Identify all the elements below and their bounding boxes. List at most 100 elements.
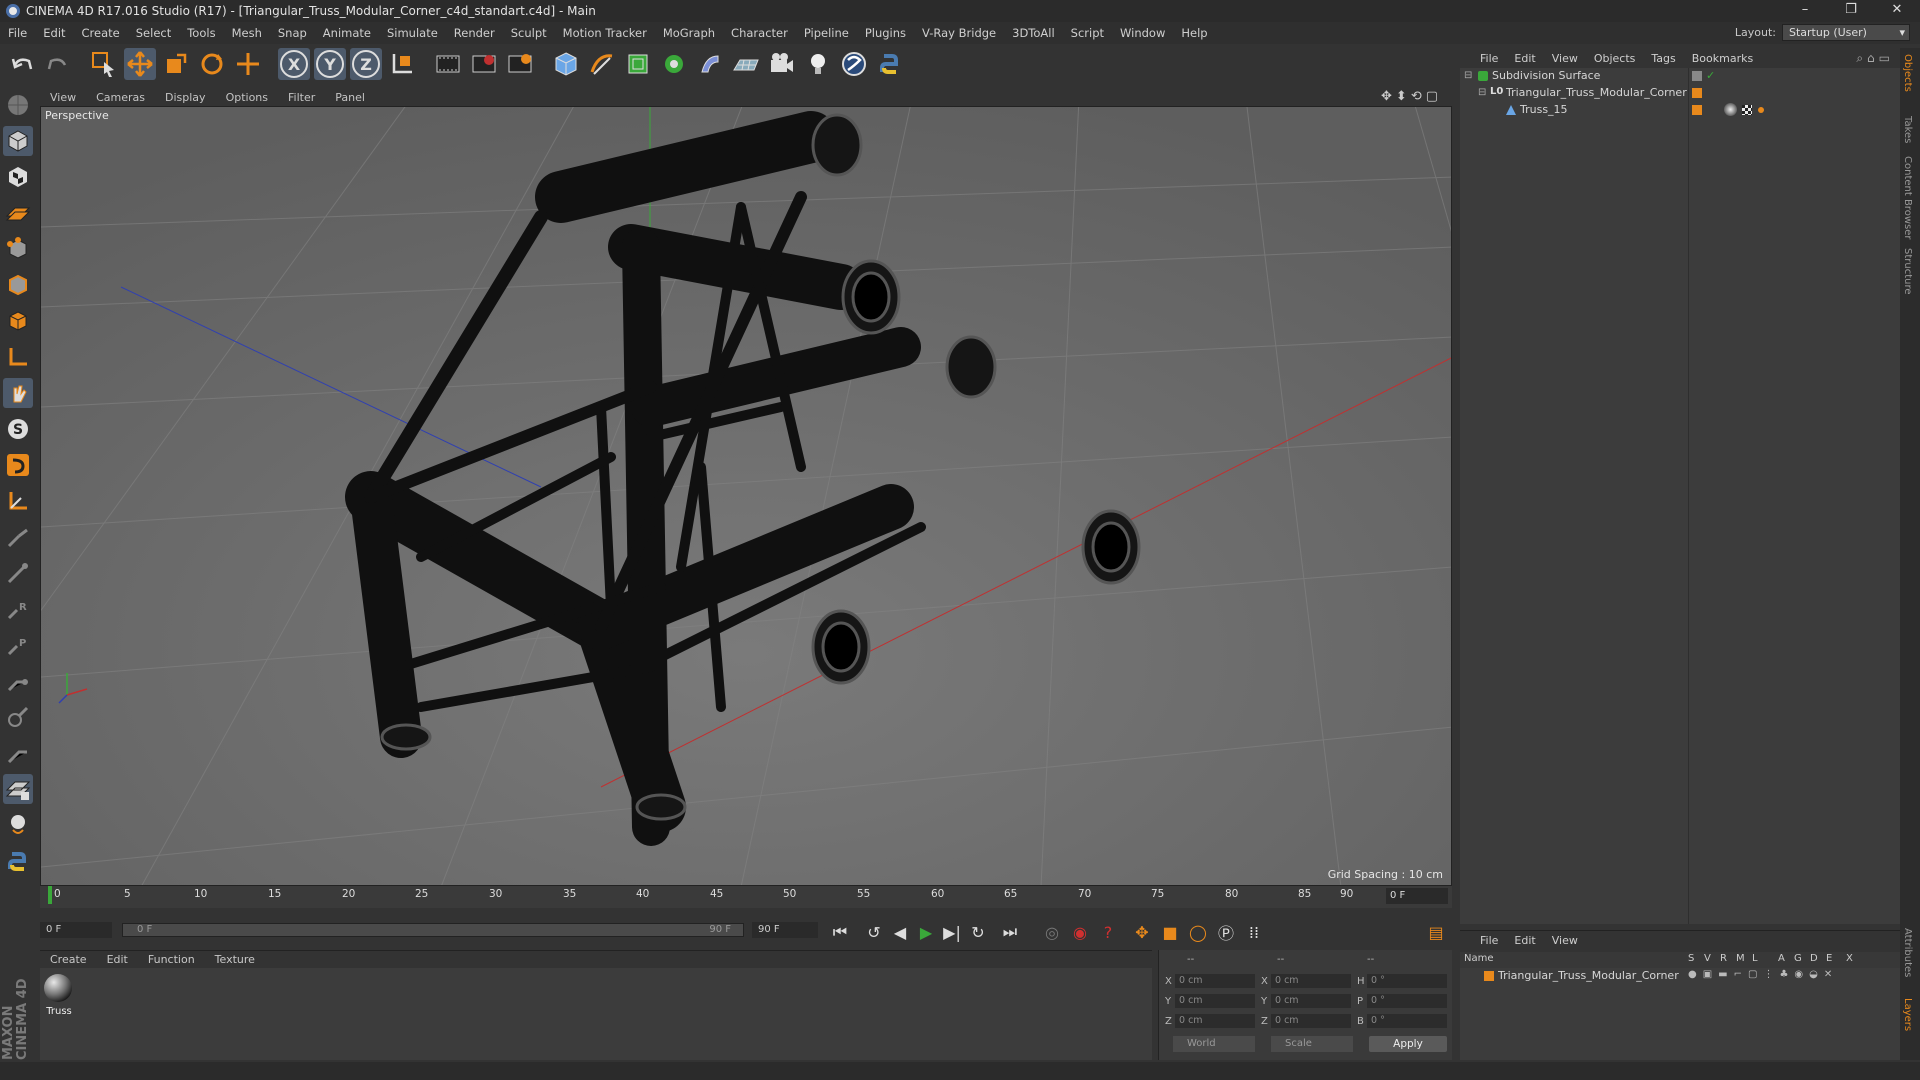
menu-snap[interactable]: Snap [270,26,315,40]
joint-tool-icon[interactable] [3,702,33,732]
scale-mode-dropdown[interactable]: Scale [1271,1036,1353,1052]
perspective-viewport[interactable]: Perspective Grid Spacing: 10 cm [40,106,1452,886]
render-view-icon[interactable] [432,48,464,80]
vray-icon[interactable] [838,48,870,80]
object-manager-search-icon[interactable]: ⌕⌂▭ [1856,51,1894,66]
key-position-icon[interactable]: ✥ [1130,920,1154,944]
bone-tool-icon[interactable] [3,522,33,552]
layer-menu-view[interactable]: View [1544,934,1586,947]
keyframe-help-icon[interactable]: ? [1096,920,1120,944]
menu-mesh[interactable]: Mesh [224,26,270,40]
minimize-button[interactable]: – [1782,0,1828,22]
material-menu-edit[interactable]: Edit [97,953,138,966]
viewport-menu-view[interactable]: View [40,91,86,104]
layer-row[interactable]: Triangular_Truss_Modular_Corner ●▣▬⌐▢⋮♣◉… [1460,968,1900,984]
end-frame-field[interactable]: 90 F [752,922,818,938]
viewport-menu-cameras[interactable]: Cameras [86,91,155,104]
layer-menu-file[interactable]: File [1472,934,1506,947]
pose-tool-icon[interactable] [3,558,33,588]
viewport-menu-filter[interactable]: Filter [278,91,325,104]
model-mode-icon[interactable] [3,126,33,156]
make-editable-icon[interactable] [3,90,33,120]
axis-lock-icon[interactable] [3,486,33,516]
deformer-icon[interactable] [694,48,726,80]
menu-mograph[interactable]: MoGraph [655,26,723,40]
tab-objects[interactable]: Objects [1902,54,1913,92]
current-frame-field[interactable]: 0 F [1386,888,1448,904]
material-tag-icon[interactable] [1724,103,1737,116]
object-menu-view[interactable]: View [1544,52,1586,65]
scale-bone-icon[interactable]: P [3,630,33,660]
size-z-field[interactable]: 0 cm [1271,1014,1351,1028]
polygons-mode-icon[interactable] [3,306,33,336]
move-tool-icon[interactable] [124,48,156,80]
menu-vray-bridge[interactable]: V-Ray Bridge [914,26,1004,40]
loop-icon[interactable]: ↻ [966,920,990,944]
live-selection-icon[interactable] [88,48,120,80]
menu-plugins[interactable]: Plugins [857,26,914,40]
key-parameter-icon[interactable]: Ⓟ [1214,920,1238,944]
material-menu-function[interactable]: Function [138,953,205,966]
menu-motion-tracker[interactable]: Motion Tracker [555,26,655,40]
rotate-bone-icon[interactable]: R [3,594,33,624]
goto-prev-keyframe-icon[interactable]: ↺ [862,920,886,944]
floor-icon[interactable] [730,48,762,80]
render-settings-icon[interactable] [504,48,536,80]
layout-dropdown[interactable]: Startup (User) [1782,24,1910,41]
python-script-icon[interactable] [3,846,33,876]
menu-tools[interactable]: Tools [179,26,223,40]
key-scale-icon[interactable]: ■ [1158,920,1182,944]
object-menu-file[interactable]: File [1472,52,1506,65]
rotation-b-field[interactable]: 0 ° [1367,1014,1447,1028]
viewport-menu-display[interactable]: Display [155,91,216,104]
workplane-mode-icon[interactable] [3,198,33,228]
collapse-icon[interactable]: ⊟ [1464,70,1472,81]
object-menu-edit[interactable]: Edit [1506,52,1543,65]
menu-window[interactable]: Window [1112,26,1173,40]
object-menu-bookmarks[interactable]: Bookmarks [1684,52,1761,65]
menu-pipeline[interactable]: Pipeline [796,26,857,40]
timeline-ruler[interactable]: 0 5 10 15 20 25 30 35 40 45 50 55 60 65 … [40,886,1452,908]
menu-select[interactable]: Select [128,26,179,40]
goto-end-icon[interactable]: ⏭ [998,920,1022,944]
viewport-menu-panel[interactable]: Panel [325,91,375,104]
texture-mode-icon[interactable] [3,162,33,192]
position-y-field[interactable]: 0 cm [1175,994,1255,1008]
layer-menu-edit[interactable]: Edit [1506,934,1543,947]
material-menu-texture[interactable]: Texture [205,953,265,966]
material-preview-sphere[interactable] [44,974,72,1002]
cloner-icon[interactable] [658,48,690,80]
menu-sculpt[interactable]: Sculpt [503,26,555,40]
menu-simulate[interactable]: Simulate [379,26,446,40]
tab-structure[interactable]: Structure [1902,248,1913,295]
menu-3dtoall[interactable]: 3DToAll [1004,26,1063,40]
weight-tool-icon[interactable] [3,738,33,768]
tweak-mode-icon[interactable] [3,378,33,408]
object-row[interactable]: ⊟ Subdivision Surface ✓ [1460,68,1900,84]
layer-color-swatch[interactable] [1692,105,1702,115]
subdivision-surface-icon[interactable] [622,48,654,80]
z-axis-lock-icon[interactable]: Z [350,48,382,80]
tab-attributes[interactable]: Attributes [1902,928,1913,977]
object-row[interactable]: Truss_15 [1460,102,1900,118]
layer-color-swatch[interactable] [1692,88,1702,98]
collapse-icon[interactable]: ⊟ [1478,87,1486,98]
points-mode-icon[interactable] [3,234,33,264]
rotation-h-field[interactable]: 0 ° [1367,974,1447,988]
camera-icon[interactable] [766,48,798,80]
menu-character[interactable]: Character [723,26,796,40]
viewport-nav-icons[interactable]: ✥⬍⟲▢ [1381,89,1442,104]
redo-icon[interactable] [42,48,74,80]
grid-lock-icon[interactable] [3,774,33,804]
menu-script[interactable]: Script [1063,26,1112,40]
magnet-icon[interactable] [3,450,33,480]
visibility-toggle[interactable] [1692,71,1702,81]
viewport-menu-options[interactable]: Options [216,91,278,104]
timeline-window-icon[interactable]: ▤ [1424,920,1448,944]
apply-button[interactable]: Apply [1369,1036,1447,1052]
play-backward-icon[interactable]: ◀ [888,920,912,944]
position-x-field[interactable]: 0 cm [1175,974,1255,988]
key-rotation-icon[interactable]: ◯ [1186,920,1210,944]
menu-edit[interactable]: Edit [35,26,73,40]
y-axis-lock-icon[interactable]: Y [314,48,346,80]
